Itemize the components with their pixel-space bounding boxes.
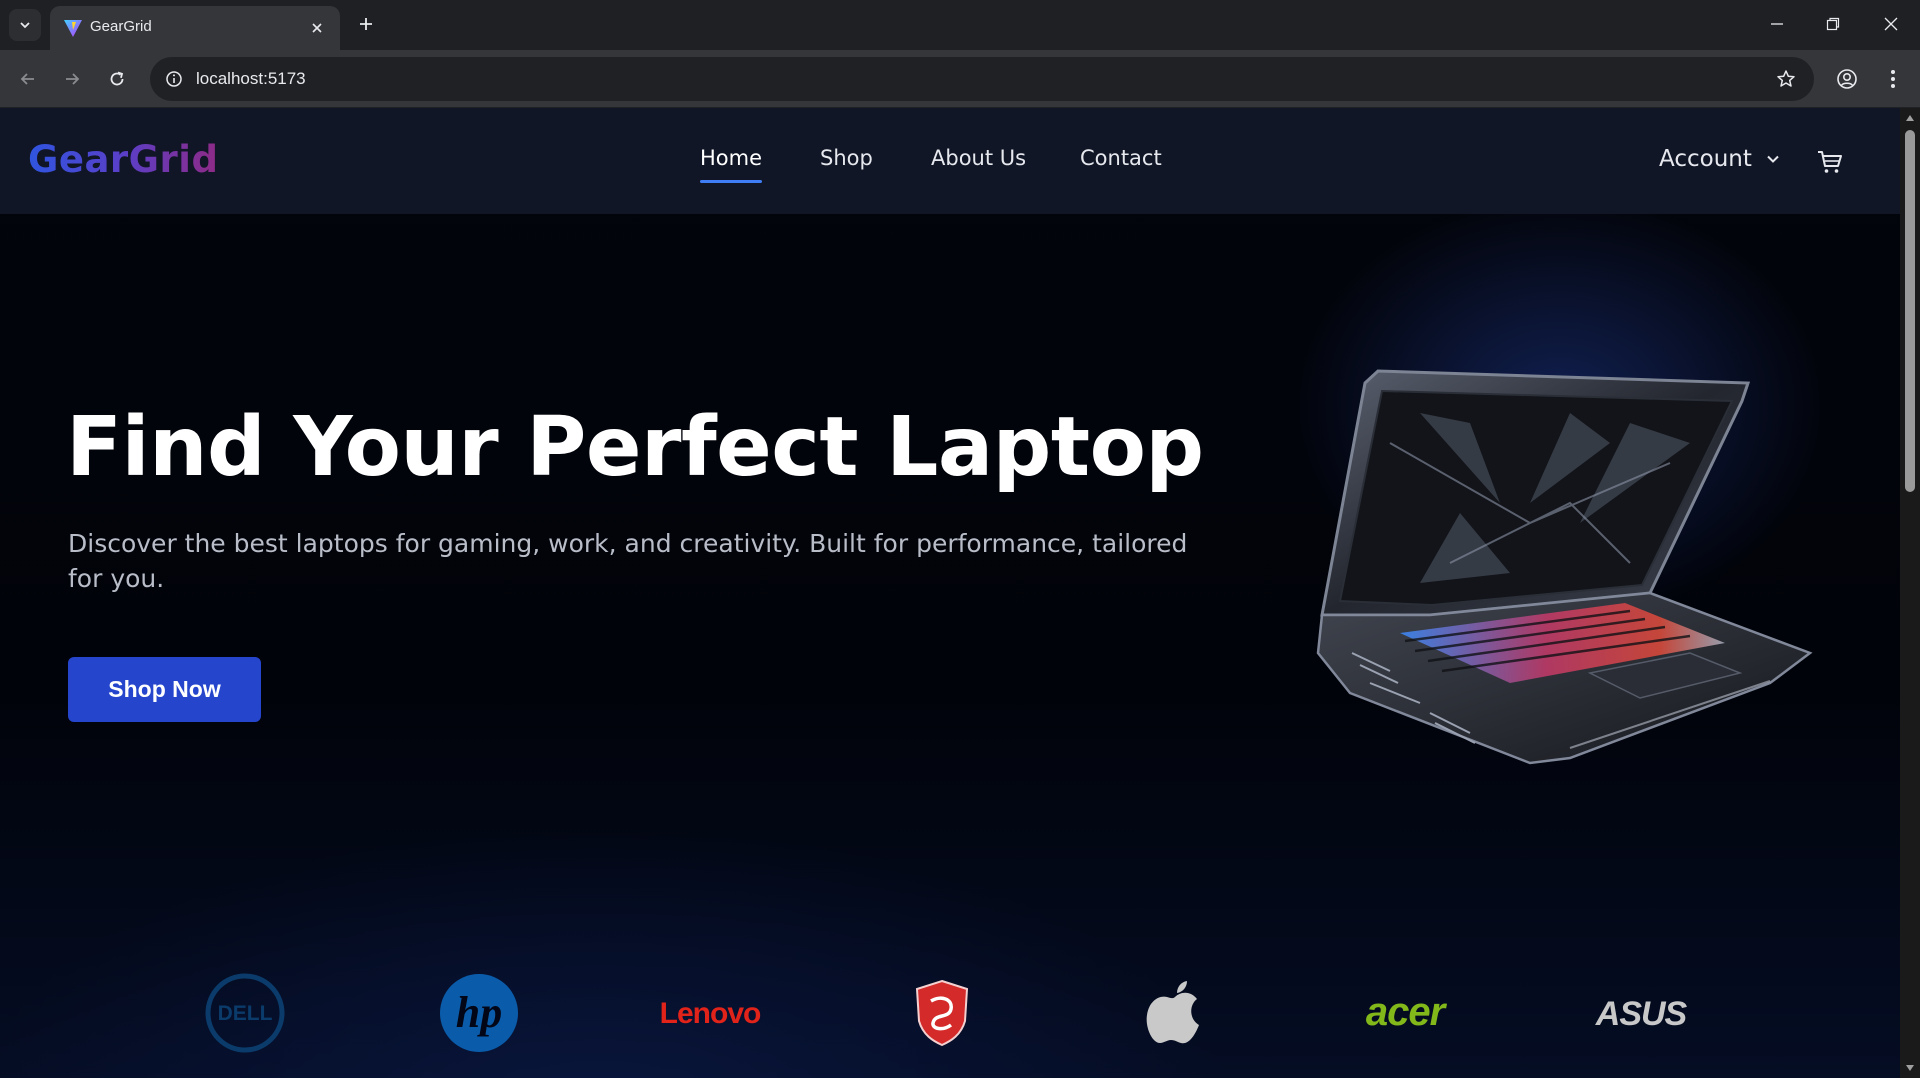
browser-tab[interactable]: GearGrid <box>50 6 340 50</box>
more-icon[interactable] <box>1877 63 1909 95</box>
apple-logo-icon <box>1146 981 1199 1044</box>
reload-icon[interactable] <box>101 63 133 95</box>
hp-logo[interactable]: hp <box>437 973 521 1053</box>
back-icon[interactable] <box>12 63 44 95</box>
profile-icon[interactable] <box>1831 63 1863 95</box>
account-label: Account <box>1659 146 1752 172</box>
address-bar[interactable]: localhost:5173 <box>150 57 1814 101</box>
page-viewport: GearGrid Home Shop About Us Contact Acco… <box>0 108 1900 1078</box>
nav-contact[interactable]: Contact <box>1080 146 1162 170</box>
nav-contact-label: Contact <box>1080 146 1162 170</box>
gaming-laptop-image <box>1316 369 1813 765</box>
page-scrollbar[interactable] <box>1900 108 1920 1078</box>
scroll-up-icon[interactable] <box>1904 112 1916 124</box>
msi-logo[interactable] <box>910 973 974 1053</box>
dell-logo[interactable]: DELL <box>203 973 287 1053</box>
favicon-icon <box>64 20 82 37</box>
lenovo-logo[interactable]: Lenovo <box>640 973 780 1053</box>
hp-logo-icon: hp <box>440 974 518 1052</box>
acer-logo[interactable]: acer <box>1340 973 1470 1053</box>
shop-now-button[interactable]: Shop Now <box>68 657 261 722</box>
dell-logo-icon: DELL <box>205 973 285 1053</box>
forward-icon[interactable] <box>56 63 88 95</box>
chevron-down-icon <box>1767 155 1779 163</box>
asus-logo-icon: ASUS <box>1595 996 1689 1030</box>
browser-tab-strip: GearGrid <box>0 0 1920 50</box>
svg-text:hp: hp <box>456 988 502 1037</box>
acer-logo-icon: acer <box>1366 993 1449 1033</box>
site-header: GearGrid Home Shop About Us Contact Acco… <box>0 108 1900 214</box>
nav-about-label: About Us <box>931 146 1027 170</box>
scroll-thumb[interactable] <box>1905 130 1915 492</box>
account-menu[interactable]: Account <box>1659 146 1780 172</box>
svg-text:ASUS: ASUS <box>1595 996 1688 1030</box>
minimize-icon[interactable] <box>1754 6 1800 42</box>
nav-about-us[interactable]: About Us <box>931 146 1026 170</box>
asus-logo[interactable]: ASUS <box>1578 973 1704 1053</box>
close-icon[interactable] <box>306 17 328 39</box>
cart-icon[interactable] <box>1816 148 1844 176</box>
msi-shield-icon <box>915 979 969 1047</box>
nav-home-label: Home <box>700 146 763 170</box>
site-logo[interactable]: GearGrid <box>28 138 218 181</box>
svg-text:Lenovo: Lenovo <box>660 997 761 1030</box>
hero-subtitle: Discover the best laptops for gaming, wo… <box>68 529 1188 593</box>
nav-shop[interactable]: Shop <box>820 146 873 170</box>
browser-toolbar: localhost:5173 <box>0 50 1920 108</box>
url-text[interactable]: localhost:5173 <box>196 69 306 89</box>
hero-title: Find Your Perfect Laptop <box>66 400 1204 495</box>
svg-text:acer: acer <box>1366 993 1448 1033</box>
nav-home[interactable]: Home <box>700 146 763 183</box>
tab-list-icon[interactable] <box>9 9 41 41</box>
tab-title: GearGrid <box>90 18 152 35</box>
nav-shop-label: Shop <box>820 146 873 170</box>
svg-text:DELL: DELL <box>218 1002 273 1025</box>
scroll-down-icon[interactable] <box>1904 1062 1916 1074</box>
window-close-icon[interactable] <box>1868 6 1914 42</box>
restore-icon[interactable] <box>1810 6 1856 42</box>
star-icon[interactable] <box>1772 65 1800 93</box>
site-info-icon[interactable] <box>160 65 188 93</box>
active-underline <box>700 180 763 183</box>
apple-logo[interactable] <box>1140 973 1210 1053</box>
lenovo-logo-icon: Lenovo <box>660 997 762 1030</box>
plus-icon[interactable] <box>352 10 380 38</box>
